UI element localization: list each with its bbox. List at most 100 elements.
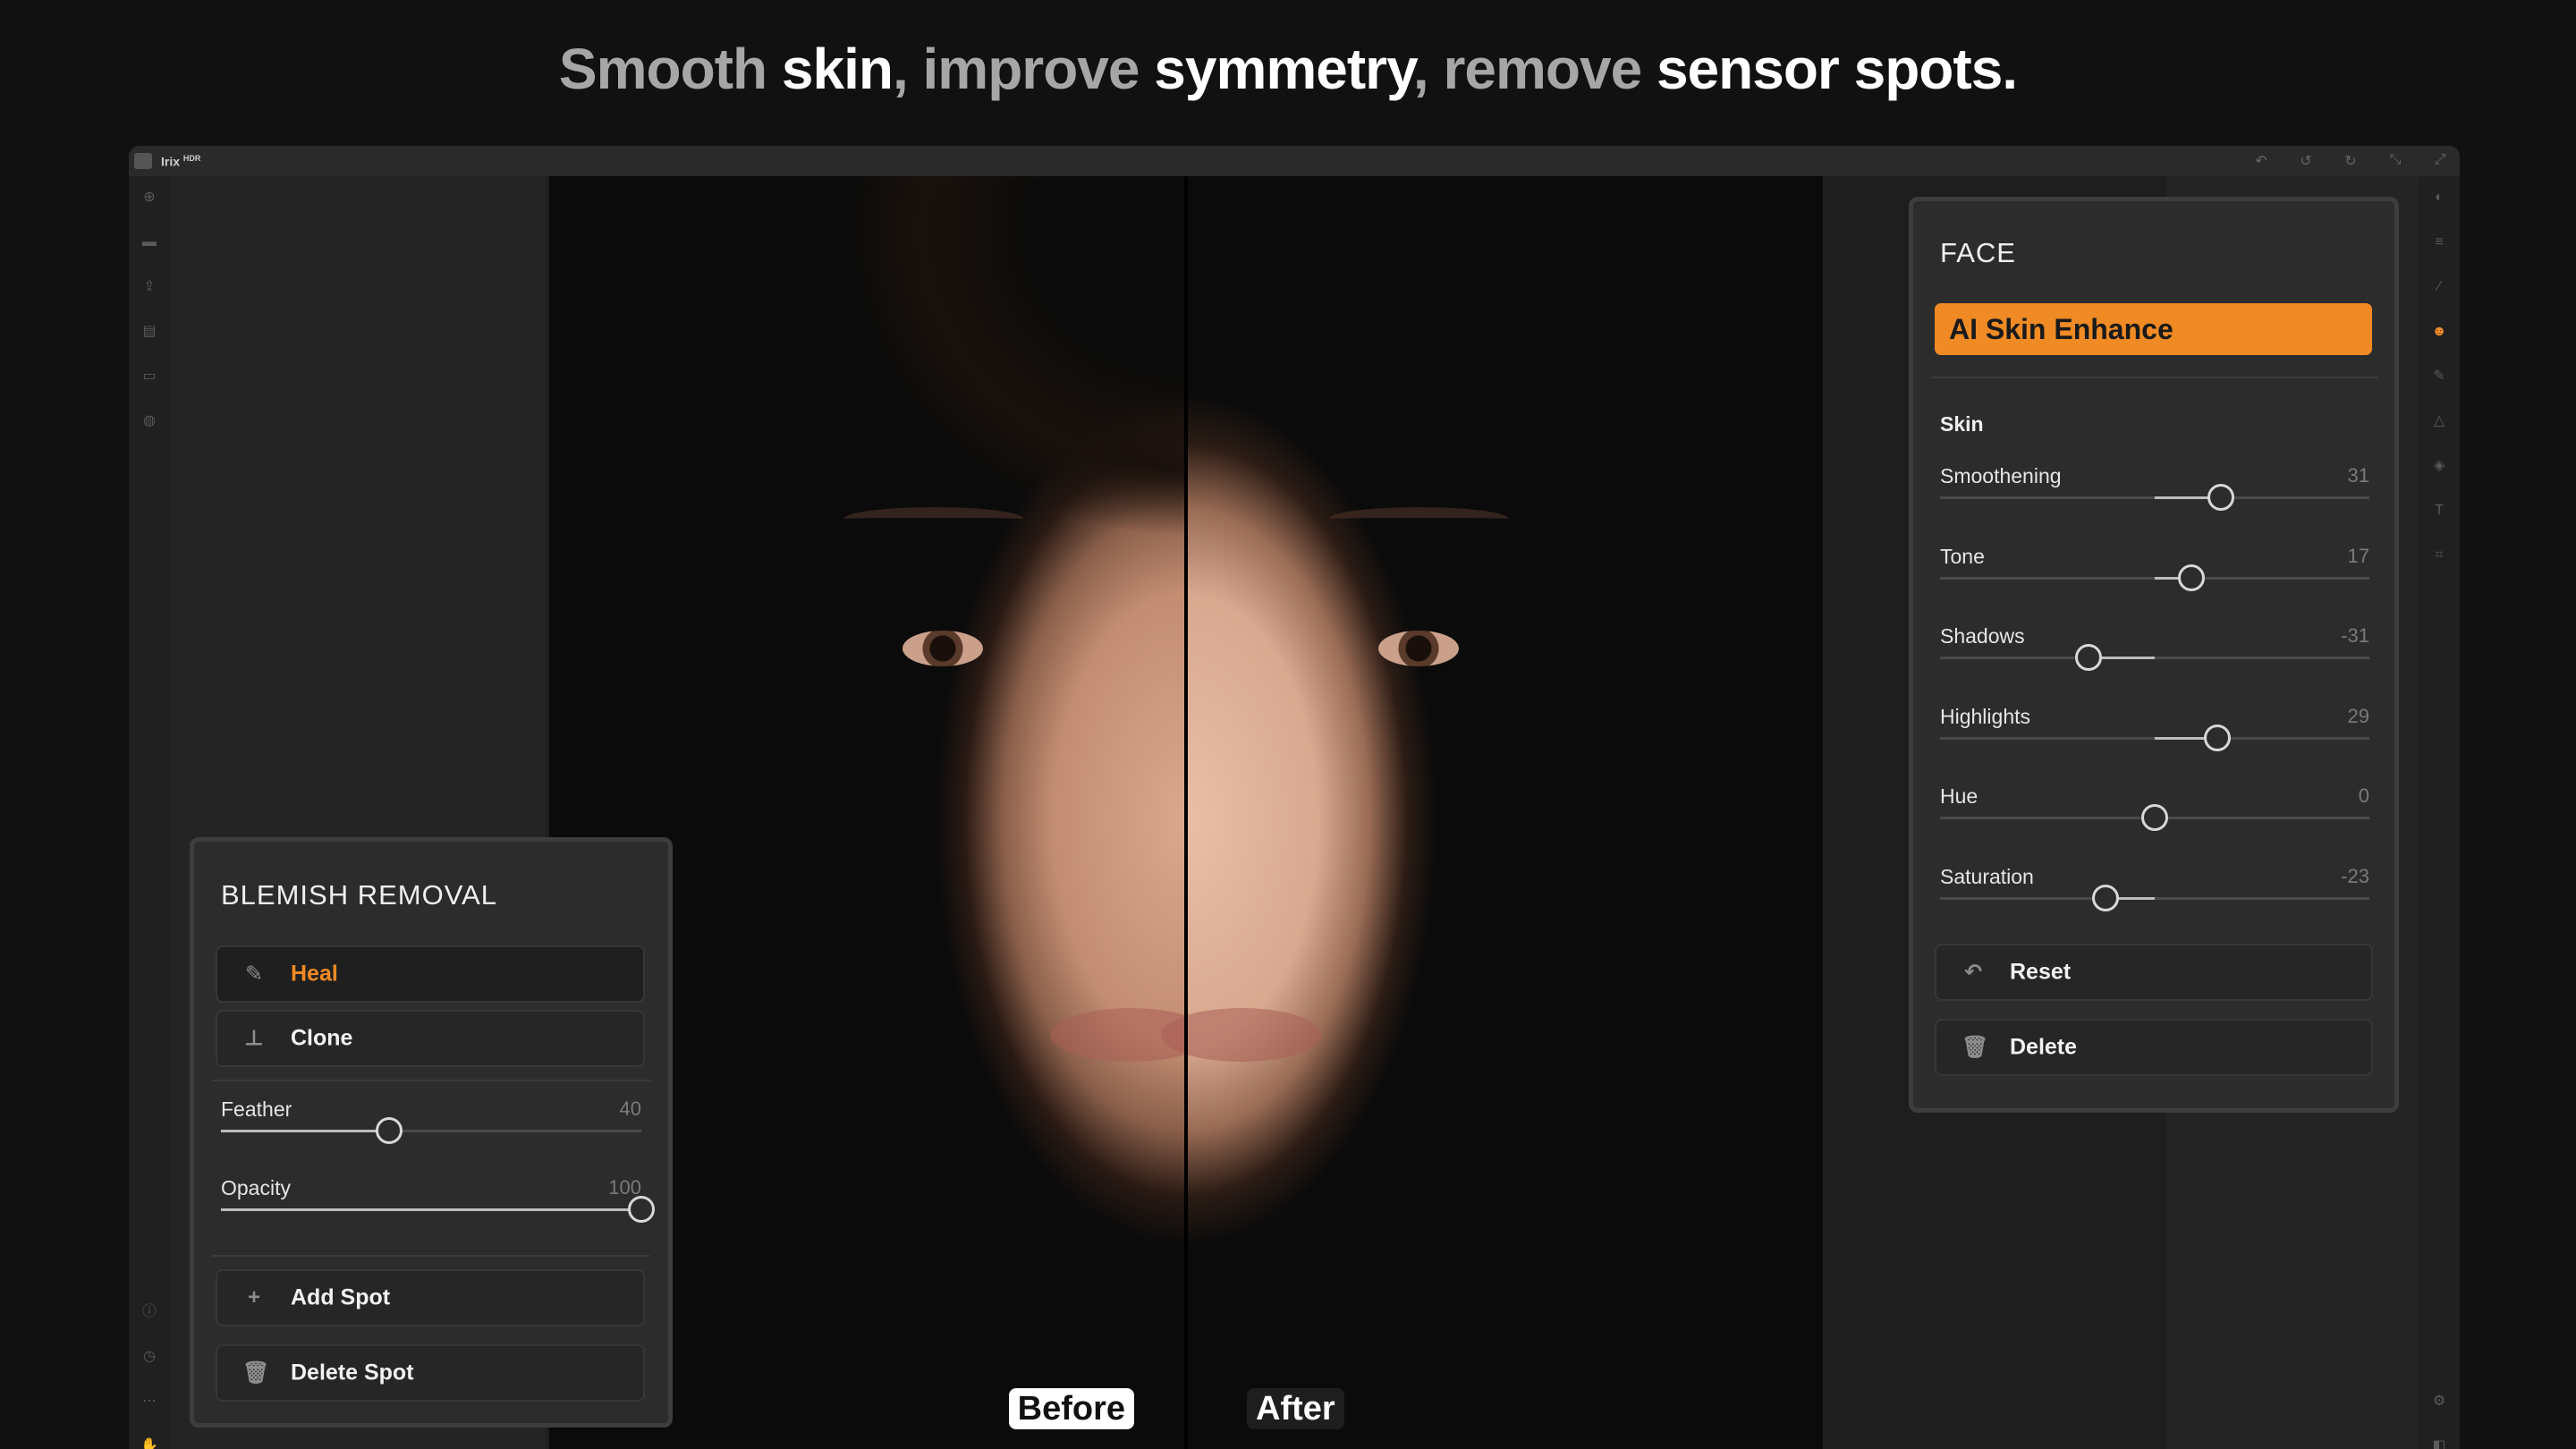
slider-knob-highlights[interactable] — [2203, 724, 2231, 751]
bandage-icon: ✎ — [244, 962, 264, 987]
face-panel: FACE AI Skin Enhance Skin Smoothening 31 T… — [1909, 197, 2399, 1113]
slider-label-shadows: Shadows — [1940, 624, 2025, 648]
fullscreen-icon[interactable]: ⤢ — [2431, 152, 2449, 170]
slider-value-opacity: 100 — [608, 1176, 641, 1199]
slider-label-saturation: Saturation — [1940, 864, 2034, 888]
slider-knob-feather[interactable] — [376, 1117, 402, 1144]
headline: Smooth skin, improve symmetry, remove se… — [0, 36, 2576, 102]
face-icon[interactable]: ☻ — [2430, 323, 2448, 341]
delete-button[interactable]: 🗑 Delete — [1935, 1019, 2373, 1076]
info-icon[interactable]: ⓘ — [140, 1303, 158, 1321]
app-name-text: Irix — [161, 154, 181, 169]
slider-label-highlights: Highlights — [1940, 704, 2030, 728]
blemish-removal-panel: BLEMISH REMOVAL ✎ Heal ⊥ Clone Feather 40… — [190, 837, 673, 1428]
lens-icon[interactable]: ◐ — [2430, 189, 2448, 207]
brush-icon[interactable]: ⁄ — [2430, 278, 2448, 296]
headline-part: symmetry — [1154, 37, 1414, 101]
trash-icon: 🗑 — [242, 1360, 270, 1385]
pen-icon[interactable]: ✎ — [2430, 368, 2448, 386]
divider — [212, 1080, 650, 1081]
ai-skin-enhance-button[interactable]: AI Skin Enhance — [1935, 303, 2372, 355]
add-spot-button[interactable]: + Add Spot — [216, 1269, 645, 1326]
panel-title: BLEMISH REMOVAL — [221, 879, 498, 911]
slider-track-shadows[interactable] — [1940, 657, 2369, 659]
slider-value-tone: 17 — [2347, 544, 2369, 567]
slider-value-highlights: 29 — [2347, 704, 2369, 727]
eyebrow-shape — [1329, 507, 1508, 530]
app-logo-icon — [134, 153, 152, 169]
photo-preview[interactable]: Before After — [549, 176, 1823, 1449]
slider-knob-hue[interactable] — [2141, 804, 2168, 831]
reset-button[interactable]: ↶ Reset — [1935, 944, 2373, 1001]
slider-value-feather: 40 — [619, 1097, 641, 1120]
title-bar-controls: ↶ ↺ ↻ ⤡ ⤢ — [2252, 152, 2449, 170]
clone-label: Clone — [291, 1025, 353, 1051]
delete-spot-button[interactable]: 🗑 Delete Spot — [216, 1344, 645, 1402]
plus-icon: + — [247, 1285, 260, 1309]
before-label: Before — [1008, 1388, 1134, 1429]
title-bar: Irix HDR ↶ ↺ ↻ ⤡ ⤢ — [129, 146, 2460, 176]
headline-part: skin — [781, 37, 894, 101]
slider-fill-feather — [221, 1130, 389, 1132]
heal-button[interactable]: ✎ Heal — [216, 945, 645, 1003]
slider-knob-smoothening[interactable] — [2207, 484, 2235, 511]
crop-icon[interactable]: ⌗ — [2430, 547, 2448, 564]
slider-value-smoothening: 31 — [2347, 464, 2369, 487]
headline-part: , improve — [892, 37, 1155, 101]
hair-shape — [683, 176, 1184, 552]
compare-icon[interactable]: ⤡ — [2386, 152, 2404, 170]
split-view-icon[interactable]: ◧ — [2430, 1437, 2448, 1449]
slider-label-hue: Hue — [1940, 784, 1979, 808]
add-spot-label: Add Spot — [291, 1284, 391, 1310]
settings-icon[interactable]: ⚙ — [2430, 1393, 2448, 1411]
layers-icon[interactable]: ◈ — [2430, 457, 2448, 475]
compare-divider[interactable] — [1184, 176, 1188, 1449]
slider-knob-opacity[interactable] — [628, 1196, 655, 1223]
slider-label-opacity: Opacity — [221, 1176, 291, 1199]
eye-shape — [902, 631, 983, 666]
eye-shape — [1378, 631, 1459, 666]
hand-icon[interactable]: ✋ — [140, 1437, 158, 1449]
browser-icon[interactable]: ▭ — [140, 368, 158, 386]
after-image — [1161, 176, 1823, 1449]
reset-icon: ↶ — [1963, 960, 1983, 985]
reset-label: Reset — [2010, 959, 2072, 985]
left-toolbar: ⊕ ▬ ⇪ ▤ ▭ ◍ ⓘ ◷ ⋯ ✋ — [129, 176, 170, 1449]
eyebrow-shape — [844, 507, 1023, 530]
clone-button[interactable]: ⊥ Clone — [216, 1010, 645, 1067]
headline-part: Smooth — [558, 37, 782, 101]
panel-title: FACE — [1940, 237, 2016, 268]
slider-label-smoothening: Smoothening — [1940, 464, 2062, 487]
heal-label: Heal — [291, 961, 338, 987]
slider-track-saturation[interactable] — [1940, 896, 2369, 900]
adjust-icon[interactable]: ≡ — [2430, 233, 2448, 251]
app-name: Irix HDR — [161, 154, 200, 169]
stack-icon[interactable]: ▤ — [140, 323, 158, 341]
slider-value-hue: 0 — [2358, 784, 2369, 807]
history-icon[interactable]: ◷ — [140, 1348, 158, 1366]
headline-part: , remove — [1412, 37, 1657, 101]
text-icon[interactable]: T — [2430, 502, 2448, 520]
section-label-skin: Skin — [1940, 412, 1984, 436]
shapes-icon[interactable]: △ — [2430, 412, 2448, 430]
slider-knob-saturation[interactable] — [2091, 884, 2119, 911]
back-icon[interactable]: ↶ — [2252, 152, 2270, 170]
add-icon[interactable]: ⊕ — [140, 189, 158, 207]
more-icon[interactable]: ⋯ — [140, 1393, 158, 1411]
divider — [212, 1255, 650, 1257]
undo-icon[interactable]: ↺ — [2297, 152, 2315, 170]
slider-fill-opacity — [221, 1208, 641, 1211]
slider-knob-shadows[interactable] — [2074, 644, 2102, 671]
slider-value-shadows: -31 — [2341, 624, 2369, 647]
headline-part: sensor spots. — [1656, 37, 2018, 101]
stamp-icon: ⊥ — [244, 1026, 264, 1051]
folder-icon[interactable]: ▬ — [140, 233, 158, 251]
export-icon[interactable]: ⇪ — [140, 278, 158, 296]
trash-icon: 🗑 — [1962, 1035, 1989, 1060]
redo-icon[interactable]: ↻ — [2342, 152, 2360, 170]
slider-label-feather: Feather — [221, 1097, 292, 1121]
delete-spot-label: Delete Spot — [291, 1360, 414, 1385]
right-toolbar: ◐ ≡ ⁄ ☻ ✎ △ ◈ T ⌗ ⚙ ◧ — [2419, 176, 2460, 1449]
palette-icon[interactable]: ◍ — [140, 412, 158, 430]
slider-knob-tone[interactable] — [2177, 564, 2205, 591]
